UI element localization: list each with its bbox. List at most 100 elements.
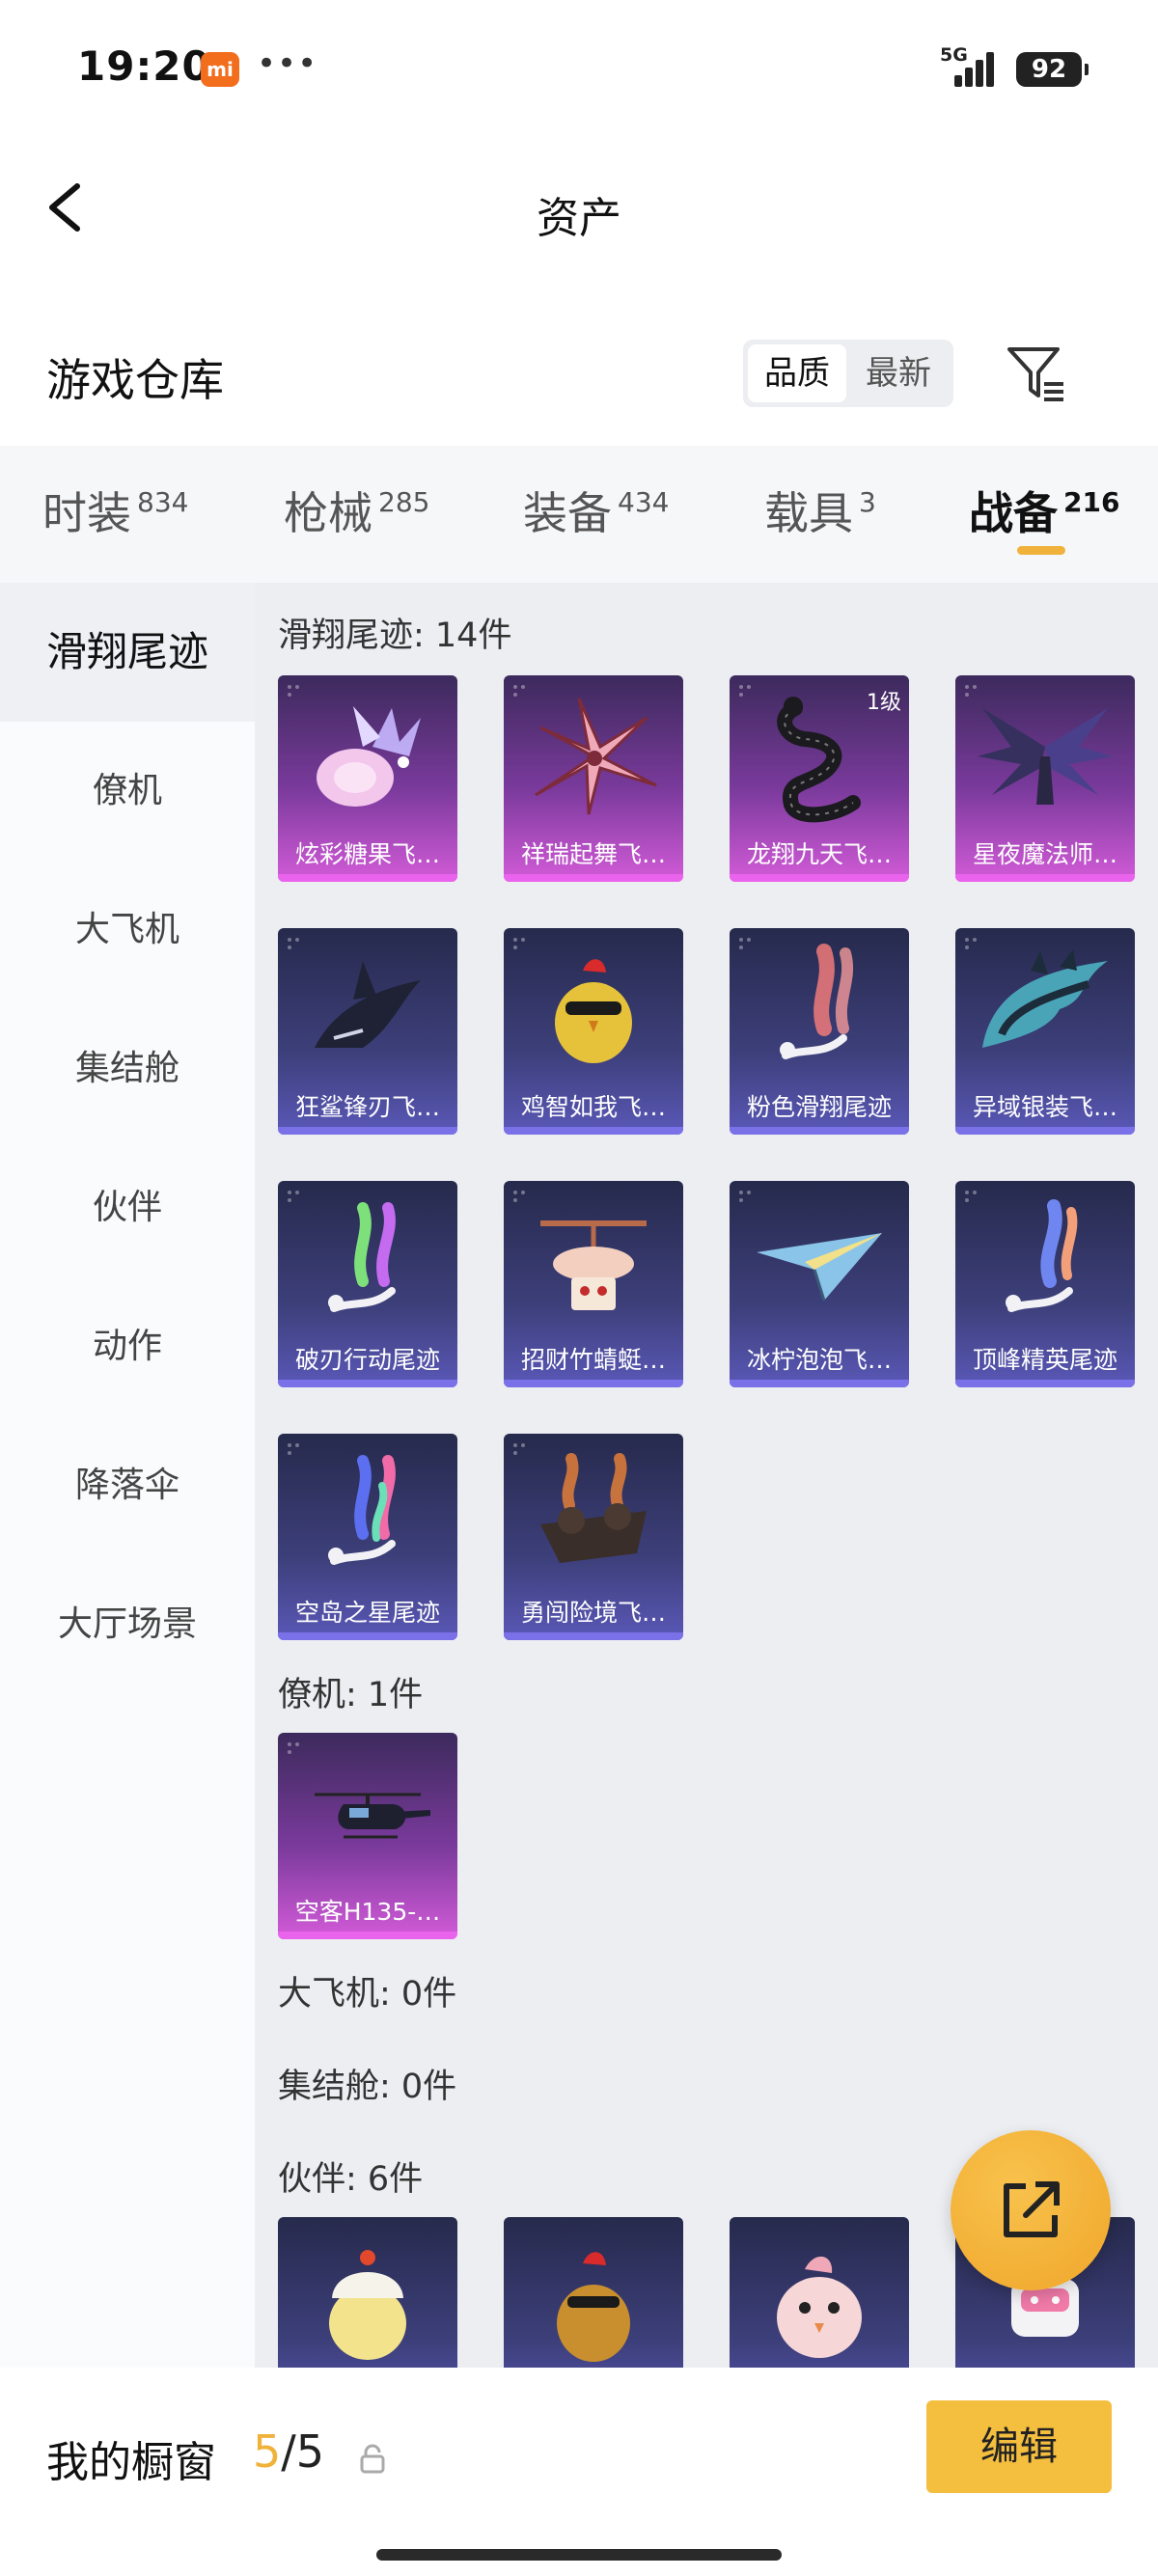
dancing-ribbon-icon <box>535 698 657 815</box>
item-name: 祥瑞起舞飞… <box>520 840 666 868</box>
rarity-bar <box>955 874 1135 882</box>
item-card[interactable]: 空客H135-… <box>278 1733 457 1939</box>
active-tab-indicator <box>1017 546 1065 555</box>
item-card[interactable]: 冰柠泡泡飞… <box>730 1181 909 1387</box>
sidebar-item-wingman[interactable]: 僚机 <box>0 722 255 861</box>
rarity-bar <box>278 874 457 882</box>
rarity-bar <box>504 1380 683 1387</box>
silver-armor-wings-icon <box>982 949 1108 1048</box>
adventure-glider-icon <box>540 1453 647 1563</box>
section-heading-partner: 伙伴: 6件 <box>278 2160 424 2199</box>
share-button[interactable] <box>951 2130 1111 2290</box>
item-card[interactable]: 星夜魔法师… <box>955 675 1135 882</box>
item-name: 星夜魔法师… <box>972 840 1117 868</box>
sidebar-item-parachute[interactable]: 降落伞 <box>0 1416 255 1555</box>
rarity-bar <box>504 1127 683 1135</box>
signal-icon <box>951 50 999 87</box>
item-card[interactable]: 异域银装飞… <box>955 928 1135 1135</box>
item-card[interactable]: 空岛之星尾迹 <box>278 1434 457 1640</box>
showcase-title: 我的橱窗 <box>46 2438 216 2487</box>
tab-readiness[interactable]: 战备 216 <box>969 479 1119 542</box>
warehouse-title: 游戏仓库 <box>46 354 224 406</box>
item-card[interactable] <box>730 2217 909 2368</box>
item-name: 龙翔九天飞… <box>746 840 892 868</box>
sidebar-item-emote[interactable]: 动作 <box>0 1277 255 1416</box>
tab-label: 时装 <box>42 487 131 539</box>
lock-icon <box>360 2444 385 2474</box>
tab-equipment[interactable]: 装备 434 <box>523 479 669 542</box>
sidebar-item-big-plane[interactable]: 大飞机 <box>0 861 255 1000</box>
egg-chick-partner-icon <box>329 2250 406 2360</box>
chicken-icon <box>555 959 632 1063</box>
tab-label: 载具 <box>764 487 853 539</box>
share-icon <box>1004 2181 1060 2237</box>
elite-smoke-trail-icon <box>1006 1199 1078 1312</box>
item-name: 空岛之星尾迹 <box>294 1599 440 1627</box>
item-card[interactable]: 炫彩糖果飞… <box>278 675 457 882</box>
page-title: 资产 <box>537 194 621 243</box>
item-card[interactable] <box>278 2217 457 2368</box>
rarity-bar <box>504 874 683 882</box>
sort-toggle: 品质 最新 <box>743 340 953 407</box>
showcase-count: 5/5 <box>253 2425 324 2478</box>
section-heading-wingman: 僚机: 1件 <box>278 1676 424 1714</box>
tab-count: 434 <box>618 486 670 518</box>
bottom-bar: 我的橱窗 5/5 编辑 <box>0 2368 1158 2576</box>
rarity-bar <box>278 1932 457 1939</box>
sidebar-item-lobby-scene[interactable]: 大厅场景 <box>0 1555 255 1694</box>
item-grid-area: 滑翔尾迹: 14件 炫彩糖果飞… 祥瑞起舞飞… 1级 龙翔九天飞… 星夜魔法师…… <box>255 583 1158 2368</box>
item-name: 顶峰精英尾迹 <box>972 1346 1117 1374</box>
sidebar: 滑翔尾迹 僚机 大飞机 集结舱 伙伴 动作 降落伞 大厅场景 <box>0 583 255 2368</box>
item-card[interactable]: 破刃行动尾迹 <box>278 1181 457 1387</box>
bamboo-copter-icon <box>540 1220 647 1310</box>
sort-quality-button[interactable]: 品质 <box>748 344 846 402</box>
warehouse-header: 游戏仓库 品质 最新 <box>0 328 1158 434</box>
item-card[interactable]: 祥瑞起舞飞… <box>504 675 683 882</box>
filter-icon[interactable] <box>1004 342 1067 405</box>
section-heading-big-plane: 大飞机: 0件 <box>278 1975 457 2014</box>
status-bar: 19:20 mi ••• 5G 92 <box>0 0 1158 140</box>
rarity-bar <box>278 1127 457 1135</box>
item-name: 招财竹蜻蜓… <box>520 1346 666 1374</box>
showcase-count-current: 5 <box>253 2425 282 2478</box>
item-card[interactable]: 狂鲨锋刃飞… <box>278 928 457 1135</box>
item-name: 破刃行动尾迹 <box>294 1346 440 1374</box>
tab-label: 装备 <box>523 487 612 539</box>
sidebar-item-glide-trail[interactable]: 滑翔尾迹 <box>0 583 255 722</box>
rarity-bar <box>278 1380 457 1387</box>
chicken-partner-icon <box>557 2252 630 2362</box>
sort-newest-button[interactable]: 最新 <box>849 344 948 402</box>
item-card[interactable]: 鸡智如我飞… <box>504 928 683 1135</box>
item-name: 异域银装飞… <box>972 1093 1117 1121</box>
category-tabs: 时装 834 枪械 285 装备 434 载具 3 战备 216 <box>0 446 1158 583</box>
item-card[interactable]: 粉色滑翔尾迹 <box>730 928 909 1135</box>
rarity-bar <box>504 1632 683 1640</box>
tab-vehicles[interactable]: 载具 3 <box>764 479 876 542</box>
tab-firearms[interactable]: 枪械 285 <box>284 479 429 542</box>
section-heading-glide-trail: 滑翔尾迹: 14件 <box>278 617 512 655</box>
rarity-bar <box>730 1380 909 1387</box>
item-name: 粉色滑翔尾迹 <box>746 1093 892 1121</box>
item-card[interactable]: 招财竹蜻蜓… <box>504 1181 683 1387</box>
home-indicator[interactable] <box>376 2549 782 2561</box>
item-card[interactable]: 顶峰精英尾迹 <box>955 1181 1135 1387</box>
edit-button[interactable]: 编辑 <box>926 2400 1112 2493</box>
sidebar-item-partner[interactable]: 伙伴 <box>0 1138 255 1277</box>
item-name: 冰柠泡泡飞… <box>746 1346 892 1374</box>
tab-fashion[interactable]: 时装 834 <box>42 479 188 542</box>
rarity-bar <box>730 1127 909 1135</box>
item-card[interactable]: 勇闯险境飞… <box>504 1434 683 1640</box>
item-card[interactable]: 1级 龙翔九天飞… <box>730 675 909 882</box>
item-card[interactable] <box>504 2217 683 2368</box>
sidebar-item-capsule[interactable]: 集结舱 <box>0 1000 255 1138</box>
pink-bird-partner-icon <box>777 2256 862 2358</box>
section-heading-capsule: 集结舱: 0件 <box>278 2068 457 2106</box>
more-notifications-icon: ••• <box>257 44 318 83</box>
helicopter-icon <box>315 1793 430 1839</box>
status-time: 19:20 <box>77 42 211 90</box>
tab-count: 834 <box>137 486 189 518</box>
candy-flower-icon <box>317 706 421 807</box>
item-name: 勇闯险境飞… <box>520 1599 666 1627</box>
shark-blade-icon <box>315 961 421 1048</box>
mi-app-icon: mi <box>201 52 239 87</box>
